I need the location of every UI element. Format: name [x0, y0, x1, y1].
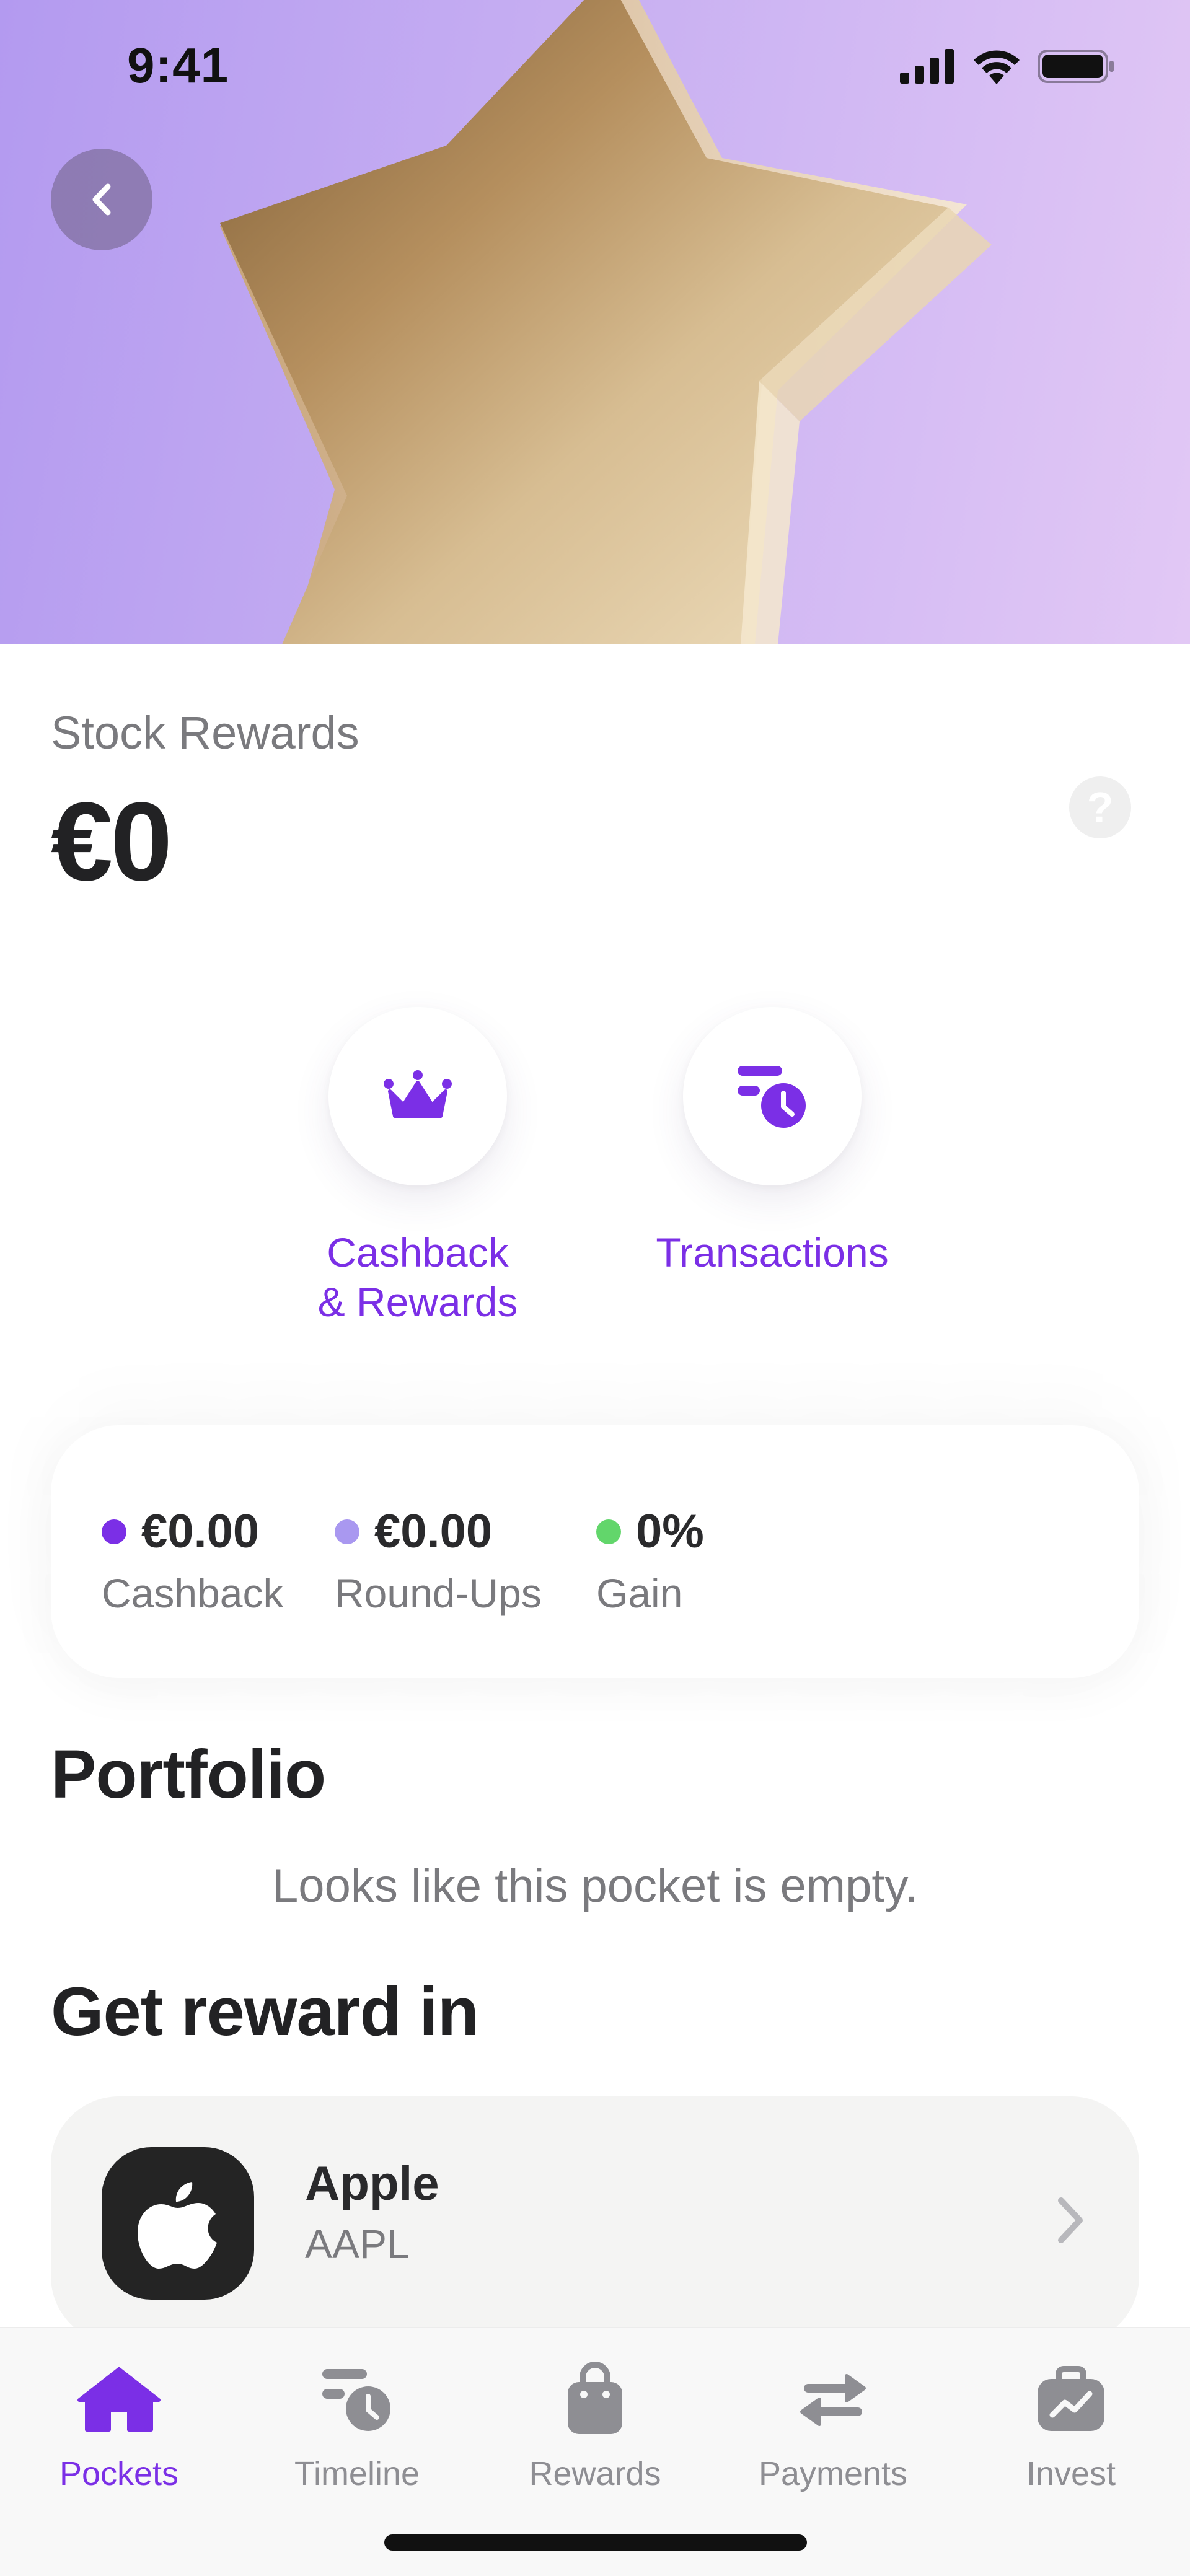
stat-gain-value: 0% — [636, 1505, 704, 1558]
stock-item-apple[interactable]: Apple AAPL — [51, 2096, 1139, 2344]
tab-rewards-label: Rewards — [529, 2455, 661, 2492]
help-button[interactable]: ? — [1069, 776, 1131, 838]
cashback-dot — [102, 1519, 126, 1544]
tab-invest-label: Invest — [1026, 2455, 1116, 2492]
portfolio-heading: Portfolio — [51, 1736, 326, 1813]
battery-icon — [1038, 50, 1114, 83]
status-bar: 9:41 — [0, 0, 1190, 136]
stat-round-ups-label: Round-Ups — [335, 1570, 542, 1616]
stat-gain-value-row: 0% — [596, 1505, 704, 1558]
transactions-clock-icon — [738, 1066, 806, 1128]
tab-invest[interactable]: Invest — [952, 2347, 1190, 2493]
back-button[interactable] — [51, 149, 152, 250]
question-mark-icon: ? — [1086, 783, 1114, 832]
round-ups-dot — [335, 1519, 359, 1544]
cellular-signal-icon — [900, 49, 954, 84]
chevron-left-icon — [92, 183, 111, 216]
balance-amount: €0 — [51, 780, 172, 904]
status-icons — [900, 48, 1116, 84]
home-icon — [76, 2347, 162, 2452]
cashback-rewards-label: Cashback & Rewards — [317, 1229, 518, 1325]
tab-payments-label: Payments — [758, 2455, 908, 2492]
cashback-rewards-button[interactable]: Cashback & Rewards — [318, 1007, 518, 1327]
gain-dot — [596, 1519, 621, 1544]
tab-pockets-label: Pockets — [59, 2455, 179, 2492]
arrows-exchange-icon — [796, 2347, 870, 2452]
portfolio-empty-message: Looks like this pocket is empty. — [272, 1860, 918, 1912]
status-time: 9:41 — [127, 38, 229, 93]
briefcase-chart-icon — [1034, 2347, 1108, 2452]
transactions-circle[interactable] — [683, 1007, 862, 1185]
tab-timeline[interactable]: Timeline — [238, 2347, 476, 2493]
home-indicator — [384, 2534, 807, 2551]
apple-logo — [102, 2147, 254, 2300]
tab-payments[interactable]: Payments — [714, 2347, 952, 2493]
transactions-label: Transactions — [656, 1229, 889, 1275]
stock-ticker: AAPL — [305, 2221, 410, 2267]
stat-gain: 0% Gain — [596, 1505, 704, 1617]
chevron-right-icon — [1058, 2197, 1083, 2243]
stat-cashback: €0.00 Cashback — [102, 1505, 284, 1617]
stat-gain-label: Gain — [596, 1570, 683, 1616]
stat-cashback-label: Cashback — [102, 1570, 284, 1616]
shopping-bag-icon — [564, 2347, 626, 2452]
stats-card: €0.00 Cashback €0.00 Round-Ups 0% Gain — [51, 1425, 1139, 1678]
hero-banner: 9:41 — [0, 0, 1190, 644]
stat-cashback-value-row: €0.00 — [102, 1505, 284, 1558]
stat-round-ups: €0.00 Round-Ups — [335, 1505, 542, 1617]
timeline-icon — [320, 2347, 394, 2452]
get-reward-heading: Get reward in — [51, 1974, 479, 2050]
stock-name: Apple — [305, 2156, 439, 2210]
stock-rewards-title: Stock Rewards — [51, 707, 359, 758]
crown-icon — [384, 1070, 452, 1118]
stat-round-ups-value-row: €0.00 — [335, 1505, 542, 1558]
tab-pockets[interactable]: Pockets — [0, 2347, 238, 2493]
wifi-icon — [974, 50, 1020, 84]
stat-round-ups-value: €0.00 — [374, 1505, 493, 1558]
apple-logo-icon — [138, 2182, 217, 2269]
transactions-button[interactable]: Transactions — [656, 1007, 889, 1277]
cashback-rewards-circle[interactable] — [328, 1007, 507, 1185]
stat-cashback-value: €0.00 — [141, 1505, 260, 1558]
tab-timeline-label: Timeline — [294, 2455, 420, 2492]
tab-rewards[interactable]: Rewards — [476, 2347, 714, 2493]
